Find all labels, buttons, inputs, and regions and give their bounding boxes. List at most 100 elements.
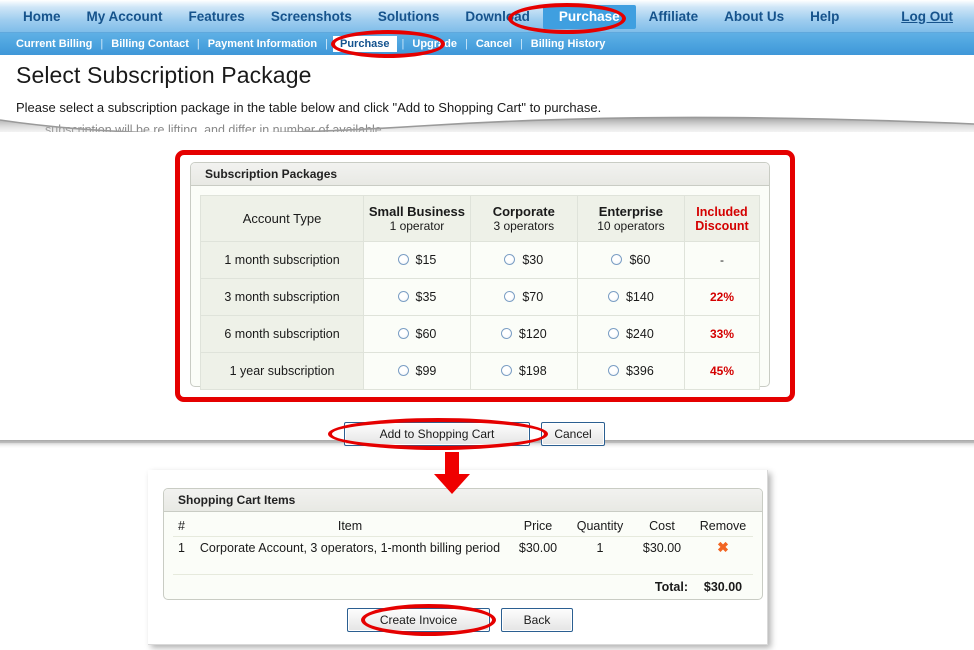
nav-item-home[interactable]: Home [10,6,74,28]
cart-total-label: Total: [654,579,688,594]
option-3-month-small-business[interactable]: $35 [363,278,471,316]
price-value: $60 [629,253,651,267]
row-label-3-month: 3 month subscription [199,278,365,316]
packages-table-head: Account Type Small Business 1 operator C… [199,195,761,242]
page-description-clipped: subscription will be re lifting, and dif… [45,123,382,137]
nav-item-screenshots[interactable]: Screenshots [258,6,365,28]
cart-table-body: 1 Corporate Account, 3 operators, 1-mont… [173,537,753,596]
radio-button-icon[interactable] [397,254,409,265]
option-3-month-enterprise[interactable]: $140 [576,278,685,316]
cart-row-number: 1 [178,540,185,555]
nav-item-download[interactable]: Download [452,6,543,28]
radio-button-icon[interactable] [504,254,516,265]
price-value: $240 [625,327,654,341]
option-1-month-enterprise[interactable]: $60 [576,241,685,279]
row-label-1-year: 1 year subscription [199,352,365,390]
enterprise-name: Enterprise [598,204,664,219]
radio-button-icon[interactable] [504,291,516,302]
packages-header-row: Account Type Small Business 1 operator C… [199,195,761,242]
column-header-small-business: Small Business 1 operator [363,195,471,242]
option-6-month-enterprise[interactable]: $240 [576,315,685,353]
back-button[interactable]: Back [501,608,573,632]
price-value: $60 [415,327,437,341]
secondary-navigation-bar: Current Billing | Billing Contact | Paym… [0,33,974,55]
option-1-year-small-business[interactable]: $99 [363,352,471,390]
cancel-button[interactable]: Cancel [541,422,605,446]
discount-1-month: - [683,241,761,279]
cart-column-remove: Remove [693,516,753,537]
discount-label-line2: Discount [695,218,749,233]
column-header-included-discount: Included Discount [683,195,761,242]
column-header-enterprise: Enterprise 10 operators [576,195,685,242]
page-title: Select Subscription Package [16,62,312,88]
option-1-year-enterprise[interactable]: $396 [576,352,685,390]
logout-link[interactable]: Log Out [888,6,966,28]
column-header-account-type: Account Type [199,195,365,242]
nav-item-help[interactable]: Help [797,6,852,28]
create-invoice-button[interactable]: Create Invoice [347,608,490,632]
radio-button-icon[interactable] [397,291,409,302]
cart-total-value: $30.00 [703,579,743,594]
radio-button-icon[interactable] [607,328,619,339]
subnav-item-purchase[interactable]: Purchase [332,36,397,52]
nav-item-purchase[interactable]: Purchase [542,4,636,29]
radio-button-icon[interactable] [500,365,512,376]
subscription-packages-table: Account Type Small Business 1 operator C… [199,195,761,390]
radio-button-icon[interactable] [611,254,623,265]
radio-button-icon[interactable] [607,291,619,302]
subnav-separator: | [465,38,468,50]
package-action-buttons: Add to Shopping Cart Cancel [344,422,605,446]
option-6-month-small-business[interactable]: $60 [363,315,471,353]
cart-row-price: $30.00 [518,540,558,555]
radio-button-icon[interactable] [397,365,409,376]
table-row: 6 month subscription $60 $120 $240 33% [199,315,761,353]
cart-header-row: # Item Price Quantity Cost Remove [173,516,753,537]
subnav-item-payment-information[interactable]: Payment Information [202,37,323,51]
table-row: 3 month subscription $35 $70 $140 22% [199,278,761,316]
cart-row-quantity: 1 [596,540,604,555]
small-business-operators: 1 operator [389,219,445,233]
add-to-shopping-cart-button[interactable]: Add to Shopping Cart [344,422,530,446]
logout-container: Log Out [888,0,966,33]
subnav-item-current-billing[interactable]: Current Billing [10,37,98,51]
option-1-year-corporate[interactable]: $198 [469,352,578,390]
radio-button-icon[interactable] [500,328,512,339]
nav-item-solutions[interactable]: Solutions [365,6,453,28]
x-mark-icon[interactable]: ✖ [717,539,729,555]
option-3-month-corporate[interactable]: $70 [469,278,578,316]
radio-button-icon[interactable] [397,328,409,339]
price-value: $35 [415,290,437,304]
radio-button-icon[interactable] [607,365,619,376]
option-6-month-corporate[interactable]: $120 [469,315,578,353]
nav-item-affiliate[interactable]: Affiliate [636,6,712,28]
subnav-item-upgrade[interactable]: Upgrade [406,37,463,51]
cart-column-cost: Cost [631,516,693,537]
subnav-item-billing-history[interactable]: Billing History [525,37,612,51]
price-value: $198 [518,364,547,378]
price-value: $99 [415,364,437,378]
row-label-1-month: 1 month subscription [199,241,365,279]
option-1-month-small-business[interactable]: $15 [363,241,471,279]
price-value: $140 [625,290,654,304]
page-description: Please select a subscription package in … [16,100,602,115]
cart-action-buttons: Create Invoice Back [347,608,573,632]
nav-item-my-account[interactable]: My Account [74,6,176,28]
nav-item-about-us[interactable]: About Us [711,6,797,28]
corporate-operators: 3 operators [493,219,555,233]
option-1-month-corporate[interactable]: $30 [469,241,578,279]
subnav-item-cancel[interactable]: Cancel [470,37,518,51]
cart-table-head: # Item Price Quantity Cost Remove [173,516,753,537]
nav-item-features[interactable]: Features [176,6,258,28]
cart-row-remove-cell[interactable]: ✖ [693,537,753,559]
cart-column-quantity: Quantity [569,516,631,537]
discount-6-month: 33% [683,315,761,353]
small-business-name: Small Business [368,204,465,219]
subscription-packages-panel: Subscription Packages Account Type Small… [190,162,770,390]
shopping-cart-panel: Shopping Cart Items # Item Price Quantit… [163,488,763,600]
subnav-separator: | [100,38,104,50]
price-value: $396 [625,364,654,378]
shopping-cart-table: # Item Price Quantity Cost Remove 1 Corp… [173,516,753,596]
price-value: $15 [415,253,437,267]
cart-total-blank [173,574,631,596]
subnav-item-billing-contact[interactable]: Billing Contact [105,37,195,51]
